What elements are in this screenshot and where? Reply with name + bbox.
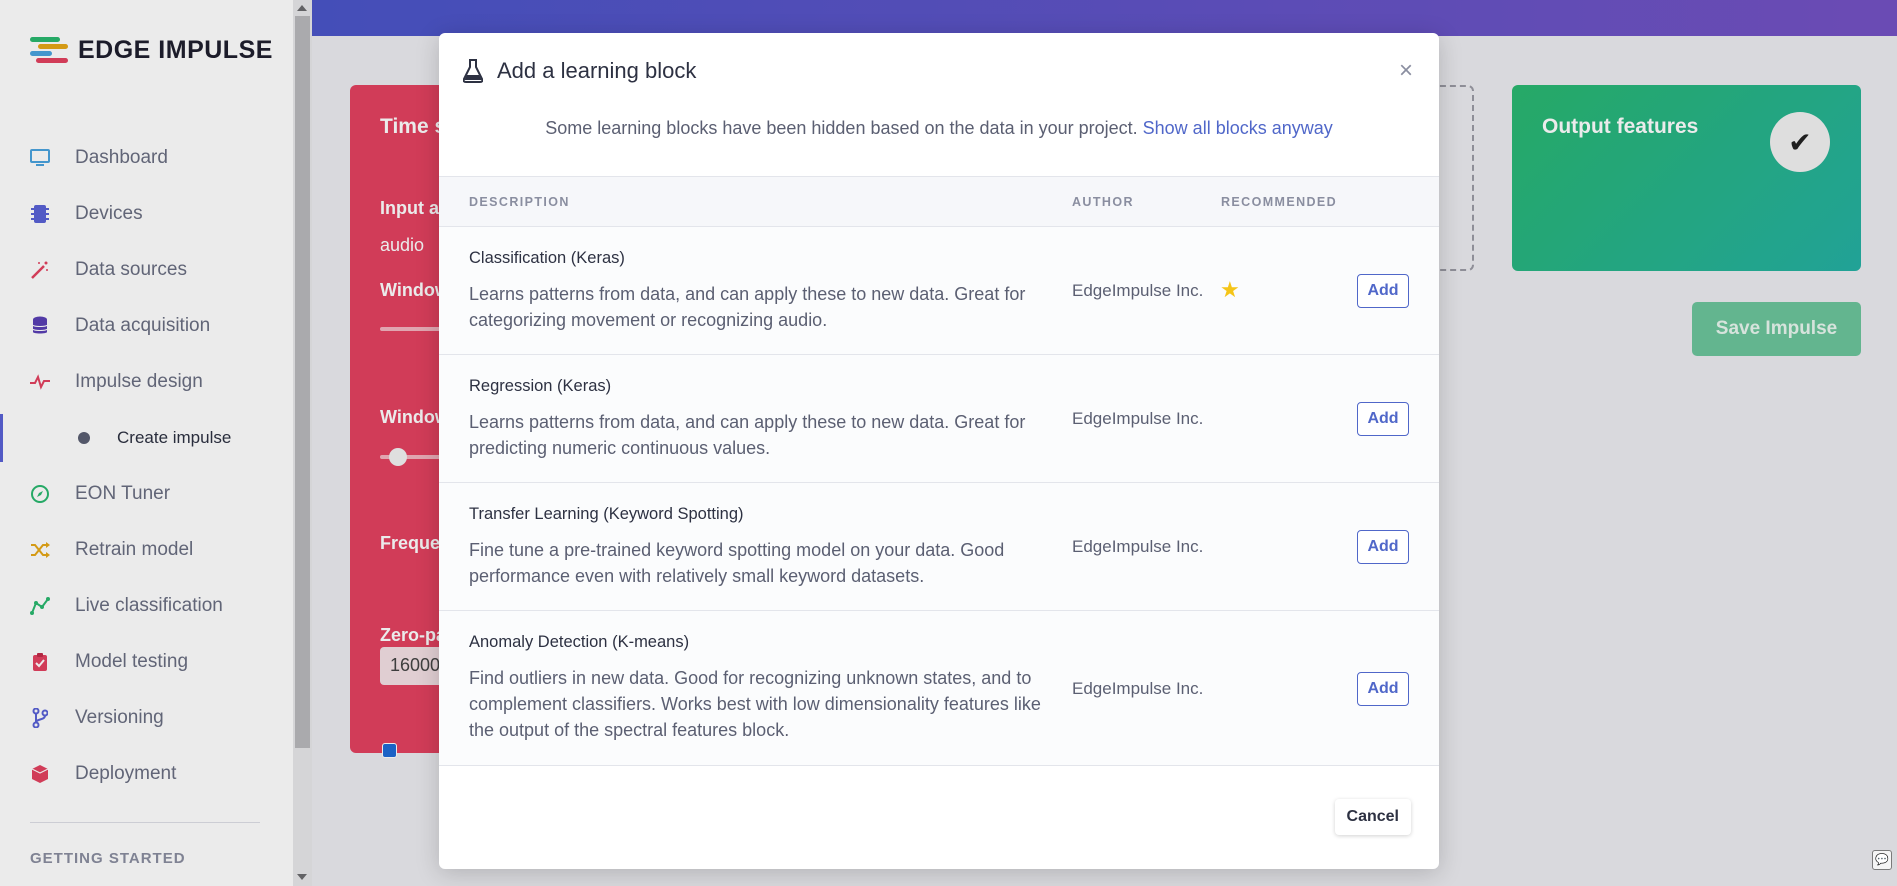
block-description: Find outliers in new data. Good for reco… (469, 668, 1041, 740)
notice-text: Some learning blocks have been hidden ba… (545, 118, 1138, 138)
block-name: Classification (Keras) (469, 249, 625, 267)
block-description: Learns patterns from data, and can apply… (469, 412, 1026, 458)
modal-footer: Cancel (439, 774, 1439, 869)
block-description: Fine tune a pre-trained keyword spotting… (469, 540, 1005, 586)
close-icon[interactable]: × (1399, 57, 1413, 85)
table-header: DESCRIPTION AUTHOR RECOMMENDED (439, 176, 1439, 227)
block-name: Regression (Keras) (469, 377, 612, 395)
block-author: EdgeImpulse Inc. (1072, 537, 1204, 556)
add-block-button[interactable]: Add (1357, 274, 1409, 308)
table-row: Regression (Keras) Learns patterns from … (439, 355, 1439, 483)
block-description: Learns patterns from data, and can apply… (469, 284, 1026, 330)
modal-header: Add a learning block × (439, 33, 1439, 108)
add-block-button[interactable]: Add (1357, 530, 1409, 564)
column-header-author: AUTHOR (1072, 194, 1134, 209)
table-row: Anomaly Detection (K-means) Find outlier… (439, 611, 1439, 766)
hidden-blocks-notice: Some learning blocks have been hidden ba… (439, 108, 1439, 176)
add-block-button[interactable]: Add (1357, 402, 1409, 436)
modal-title: Add a learning block (497, 57, 697, 83)
add-block-button[interactable]: Add (1357, 672, 1409, 706)
flask-icon (462, 58, 484, 83)
show-all-blocks-link[interactable]: Show all blocks anyway (1143, 118, 1333, 138)
star-icon: ★ (1220, 277, 1240, 302)
table-row: Classification (Keras) Learns patterns f… (439, 227, 1439, 355)
block-author: EdgeImpulse Inc. (1072, 409, 1204, 428)
block-author: EdgeImpulse Inc. (1072, 281, 1204, 300)
block-name: Transfer Learning (Keyword Spotting) (469, 505, 744, 523)
table-row: Transfer Learning (Keyword Spotting) Fin… (439, 483, 1439, 611)
block-author: EdgeImpulse Inc. (1072, 679, 1204, 698)
column-header-recommended: RECOMMENDED (1221, 194, 1338, 209)
block-name: Anomaly Detection (K-means) (469, 633, 690, 651)
add-learning-block-modal: Add a learning block × Some learning blo… (439, 33, 1439, 869)
column-header-description: DESCRIPTION (469, 194, 570, 209)
cancel-button[interactable]: Cancel (1334, 799, 1411, 835)
feedback-icon[interactable]: 💬 (1872, 850, 1892, 870)
